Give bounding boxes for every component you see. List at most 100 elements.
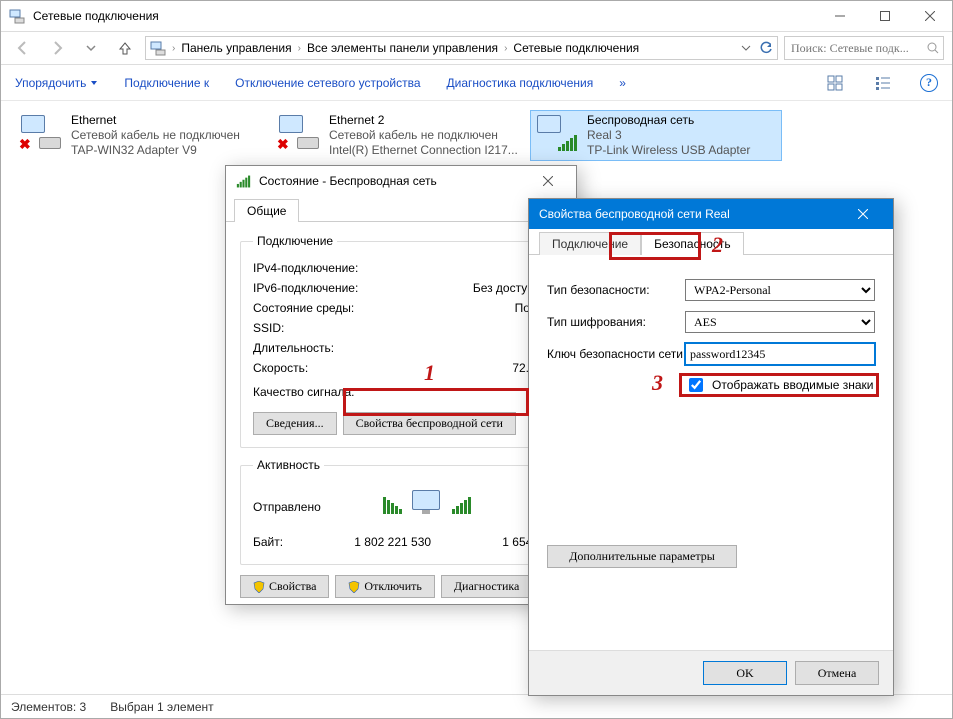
adapter-name: Ethernet	[71, 113, 240, 128]
organize-menu[interactable]: Упорядочить	[15, 76, 98, 90]
bytes-sent: 1 802 221 530	[311, 532, 431, 552]
ethernet-adapter-icon: ✖	[277, 113, 321, 153]
signal-bars-icon	[237, 175, 250, 187]
ok-button[interactable]: OK	[703, 661, 787, 685]
chevron-right-icon: ›	[168, 43, 179, 54]
group-connection: Подключение IPv4-подключение:Ин IPv6-под…	[240, 234, 562, 448]
address-dropdown-icon[interactable]	[741, 43, 751, 53]
encryption-type-select[interactable]: AES	[685, 311, 875, 333]
forward-button[interactable]	[43, 34, 71, 62]
wireless-adapter-icon	[535, 113, 579, 153]
label: IPv6-подключение:	[253, 278, 358, 298]
group-label: Подключение	[253, 234, 337, 248]
view-details-button[interactable]	[872, 72, 894, 94]
back-button[interactable]	[9, 34, 37, 62]
adapter-name: Беспроводная сеть	[587, 113, 750, 128]
close-button[interactable]	[528, 166, 568, 196]
show-characters-checkbox[interactable]	[689, 378, 703, 392]
search-input[interactable]	[789, 40, 923, 57]
adapter-item[interactable]: ✖ Ethernet 2 Сетевой кабель не подключен…	[273, 111, 523, 160]
recent-dropdown[interactable]	[77, 34, 105, 62]
more-commands[interactable]: »	[619, 76, 626, 90]
nav-row: › Панель управления › Все элементы панел…	[1, 31, 952, 65]
maximize-button[interactable]	[862, 1, 907, 31]
tab-connection[interactable]: Подключение	[539, 232, 641, 255]
sent-label: Отправлено	[253, 500, 321, 514]
adapter-status: Сетевой кабель не подключен	[329, 128, 518, 143]
wireless-properties-dialog: Свойства беспроводной сети Real Подключе…	[528, 198, 894, 696]
dialog-footer: OK Отмена	[529, 650, 893, 695]
item-count: Элементов: 3	[11, 700, 86, 714]
dialog-title: Свойства беспроводной сети Real	[539, 207, 843, 221]
disable-device-button[interactable]: Отключение сетевого устройства	[235, 76, 420, 90]
adapter-device: TAP-WIN32 Adapter V9	[71, 143, 240, 158]
label: SSID:	[253, 318, 284, 338]
adapter-device: TP-Link Wireless USB Adapter	[587, 143, 750, 158]
wireless-properties-button[interactable]: Свойства беспроводной сети	[343, 412, 516, 435]
adapter-item[interactable]: ✖ Ethernet Сетевой кабель не подключен T…	[15, 111, 265, 160]
properties-button[interactable]: Свойства	[240, 575, 329, 598]
titlebar: Сетевые подключения	[1, 1, 952, 31]
shield-icon	[348, 581, 360, 593]
dialog-title: Состояние - Беспроводная сеть	[259, 174, 522, 188]
breadcrumb[interactable]: Сетевые подключения	[513, 41, 639, 55]
adapter-status: Сетевой кабель не подключен	[71, 128, 240, 143]
network-connections-icon	[150, 40, 166, 56]
dialog-titlebar: Свойства беспроводной сети Real	[529, 199, 893, 229]
security-key-input[interactable]	[685, 343, 875, 365]
chevron-right-icon: ›	[294, 43, 305, 54]
label: Качество сигнала:	[253, 382, 354, 402]
details-button[interactable]: Сведения...	[253, 412, 337, 435]
diagnose-button[interactable]: Диагностика	[441, 575, 533, 598]
diagnose-button[interactable]: Диагностика подключения	[447, 76, 594, 90]
adapter-device: Intel(R) Ethernet Connection I217...	[329, 143, 518, 158]
label: Состояние среды:	[253, 298, 354, 318]
command-bar: Упорядочить Подключение к Отключение сет…	[1, 65, 952, 101]
group-activity: Активность Отправлено Пр Байт: 1 802 221…	[240, 458, 562, 565]
tab-strip: Общие	[226, 196, 576, 222]
cancel-button[interactable]: Отмена	[795, 661, 879, 685]
encryption-type-label: Тип шифрования:	[547, 315, 685, 329]
tab-strip: Подключение Безопасность	[529, 229, 893, 255]
label: Скорость:	[253, 358, 308, 378]
group-label: Активность	[253, 458, 324, 472]
window-title: Сетевые подключения	[33, 9, 809, 23]
label: Длительность:	[253, 338, 334, 358]
security-key-label: Ключ безопасности сети	[547, 347, 685, 361]
view-large-icons-button[interactable]	[824, 72, 846, 94]
advanced-settings-button[interactable]: Дополнительные параметры	[547, 545, 737, 568]
adapter-name: Ethernet 2	[329, 113, 518, 128]
network-connections-icon	[9, 8, 25, 24]
adapter-status: Real 3	[587, 128, 750, 143]
ethernet-adapter-icon: ✖	[19, 113, 63, 153]
shield-icon	[253, 581, 265, 593]
breadcrumb[interactable]: Панель управления	[181, 41, 291, 55]
window-buttons	[817, 1, 952, 31]
tab-general[interactable]: Общие	[234, 199, 299, 222]
address-bar[interactable]: › Панель управления › Все элементы панел…	[145, 36, 778, 60]
security-type-select[interactable]: WPA2-Personal	[685, 279, 875, 301]
search-icon	[927, 42, 939, 54]
dialog-titlebar: Состояние - Беспроводная сеть	[226, 166, 576, 196]
label: Байт:	[253, 532, 283, 552]
close-button[interactable]	[907, 1, 952, 31]
activity-icon	[383, 488, 471, 522]
connect-to-menu[interactable]: Подключение к	[124, 76, 209, 90]
selection-count: Выбран 1 элемент	[110, 700, 213, 714]
show-characters-label: Отображать вводимые знаки	[712, 378, 873, 392]
status-bar: Элементов: 3 Выбран 1 элемент	[1, 694, 952, 718]
up-button[interactable]	[111, 34, 139, 62]
help-button[interactable]: ?	[920, 74, 938, 92]
tab-security[interactable]: Безопасность	[641, 232, 744, 255]
refresh-icon[interactable]	[759, 41, 773, 55]
search-box[interactable]	[784, 36, 944, 60]
breadcrumb[interactable]: Все элементы панели управления	[307, 41, 498, 55]
adapter-item[interactable]: Беспроводная сеть Real 3 TP-Link Wireles…	[531, 111, 781, 160]
chevron-right-icon: ›	[500, 43, 511, 54]
minimize-button[interactable]	[817, 1, 862, 31]
close-button[interactable]	[843, 199, 883, 229]
disable-button[interactable]: Отключить	[335, 575, 434, 598]
security-type-label: Тип безопасности:	[547, 283, 685, 297]
label: IPv4-подключение:	[253, 258, 358, 278]
status-dialog: Состояние - Беспроводная сеть Общие Подк…	[225, 165, 577, 605]
